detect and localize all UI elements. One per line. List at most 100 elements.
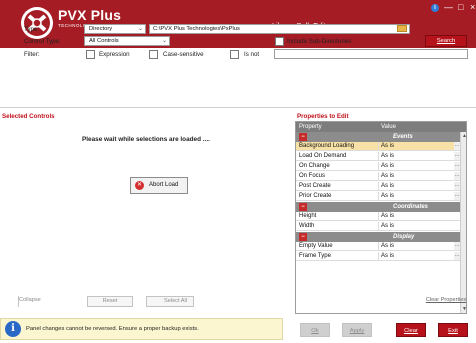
stop-icon: ✕ (135, 181, 144, 190)
property-row[interactable]: On Focus As is … (296, 172, 460, 181)
select-all-button[interactable]: Select All (146, 296, 194, 307)
property-value: As is (381, 183, 395, 189)
property-row[interactable]: Frame Type As is … (296, 252, 460, 261)
control-type-select-value: All Controls (89, 38, 119, 44)
property-row[interactable]: Width As is (296, 222, 460, 231)
category-row[interactable]: − Coordinates (296, 202, 460, 212)
case-sensitive-checkbox[interactable] (149, 50, 158, 59)
property-row[interactable]: Load On Demand As is … (296, 152, 460, 161)
category-label: Events (393, 134, 413, 140)
property-name: Background Loading (299, 143, 355, 149)
cell-divider (378, 162, 379, 171)
property-value: As is (381, 143, 395, 149)
cell-divider (378, 252, 379, 261)
abort-load-button[interactable]: ✕ Abort Load (130, 177, 188, 194)
cell-divider (378, 172, 379, 181)
property-value: As is (381, 153, 395, 159)
filter-label: Filter: (24, 51, 40, 58)
property-row[interactable]: Background Loading As is … (296, 142, 460, 151)
property-value: As is (381, 193, 395, 199)
folder-icon[interactable] (397, 25, 407, 32)
notice-text: Panel changes cannot be reversed. Ensure… (26, 326, 199, 332)
clear-button[interactable]: Clear (396, 323, 426, 337)
property-name: Frame Type (299, 253, 331, 259)
property-value: As is (381, 163, 395, 169)
property-row[interactable]: On Change As is … (296, 162, 460, 171)
property-name: Load On Demand (299, 153, 347, 159)
cell-divider (378, 182, 379, 191)
category-label: Coordinates (393, 204, 429, 210)
property-row[interactable]: Post Create As is … (296, 182, 460, 191)
type-label: Type: (24, 26, 40, 33)
expression-checkbox[interactable] (86, 50, 95, 59)
chevron-down-icon: ⌄ (137, 26, 143, 32)
info-icon: i (5, 321, 21, 337)
loading-message: Please wait while selections are loaded … (82, 136, 210, 143)
exit-button[interactable]: Exit (438, 323, 468, 337)
value-column-header: Value (381, 124, 396, 130)
property-name: Height (299, 213, 317, 219)
collapse-button[interactable]: Collapse (18, 296, 56, 307)
property-row[interactable]: Prior Create As is … (296, 192, 460, 201)
collapse-category-icon[interactable]: − (299, 133, 307, 141)
ok-button[interactable]: Ok (300, 323, 330, 337)
expression-label: Expression (99, 51, 130, 58)
cell-divider (378, 142, 379, 151)
filter-input[interactable] (274, 49, 468, 59)
property-row[interactable]: Height As is (296, 212, 460, 221)
brand-name: PVX Plus (58, 7, 122, 23)
category-label: Display (393, 234, 415, 240)
path-field-value: C:\PVX Plus Technologies\PxPlus (153, 26, 240, 32)
close-button[interactable]: × (470, 2, 475, 12)
minimize-button[interactable]: — (444, 2, 453, 12)
type-select-value: Directory (89, 26, 113, 32)
property-row[interactable]: Empty Value As is … (296, 242, 460, 251)
clear-properties-button[interactable]: Clear Properties (422, 296, 470, 307)
cell-divider (378, 212, 379, 221)
property-name: Prior Create (299, 193, 332, 199)
property-value: As is (381, 173, 395, 179)
category-row[interactable]: − Display (296, 232, 460, 242)
properties-title: Properties to Edit (297, 113, 349, 120)
is-not-checkbox[interactable] (230, 50, 239, 59)
scroll-up-icon[interactable]: ▲ (461, 132, 466, 140)
is-not-label: Is not (244, 51, 260, 58)
properties-grid[interactable]: Property Value − Events Background Loadi… (295, 121, 467, 314)
property-value: As is (381, 223, 395, 229)
property-column-header: Property (299, 124, 322, 130)
divider (0, 107, 476, 108)
include-subdirs-checkbox[interactable] (275, 37, 284, 46)
case-sensitive-label: Case-sensitive (163, 51, 204, 58)
path-field[interactable]: C:\PVX Plus Technologies\PxPlus (149, 24, 410, 34)
cell-divider (378, 192, 379, 201)
control-type-select[interactable]: All Controls ⌄ (84, 36, 170, 46)
category-row[interactable]: − Events (296, 132, 460, 142)
apply-button[interactable]: Apply (342, 323, 372, 337)
property-name: On Focus (299, 173, 326, 179)
collapse-category-icon[interactable]: − (299, 203, 307, 211)
include-subdirs-label: Include Sub-Directories (287, 38, 352, 45)
pvx-logo-icon (21, 7, 53, 39)
selected-controls-title: Selected Controls (2, 113, 55, 120)
search-button[interactable]: Search (425, 35, 467, 47)
property-value: As is (381, 213, 395, 219)
grid-header: Property Value (296, 122, 466, 132)
cell-divider (378, 222, 379, 231)
chevron-down-icon: ⌄ (161, 38, 167, 44)
info-icon[interactable]: i (431, 4, 439, 12)
property-value: As is (381, 243, 395, 249)
property-name: On Change (299, 163, 330, 169)
cell-divider (378, 242, 379, 251)
type-select[interactable]: Directory ⌄ (84, 24, 146, 34)
property-name: Post Create (299, 183, 331, 189)
cell-divider (378, 152, 379, 161)
property-value: As is (381, 253, 395, 259)
maximize-button[interactable]: □ (458, 2, 463, 12)
abort-load-label: Abort Load (149, 182, 179, 188)
property-name: Empty Value (299, 243, 333, 249)
property-name: Width (299, 223, 315, 229)
properties-scrollbar[interactable]: ▲ ▼ (460, 132, 466, 313)
reset-button[interactable]: Reset (87, 296, 133, 307)
warning-notice: i Panel changes cannot be reversed. Ensu… (0, 318, 283, 340)
collapse-category-icon[interactable]: − (299, 233, 307, 241)
